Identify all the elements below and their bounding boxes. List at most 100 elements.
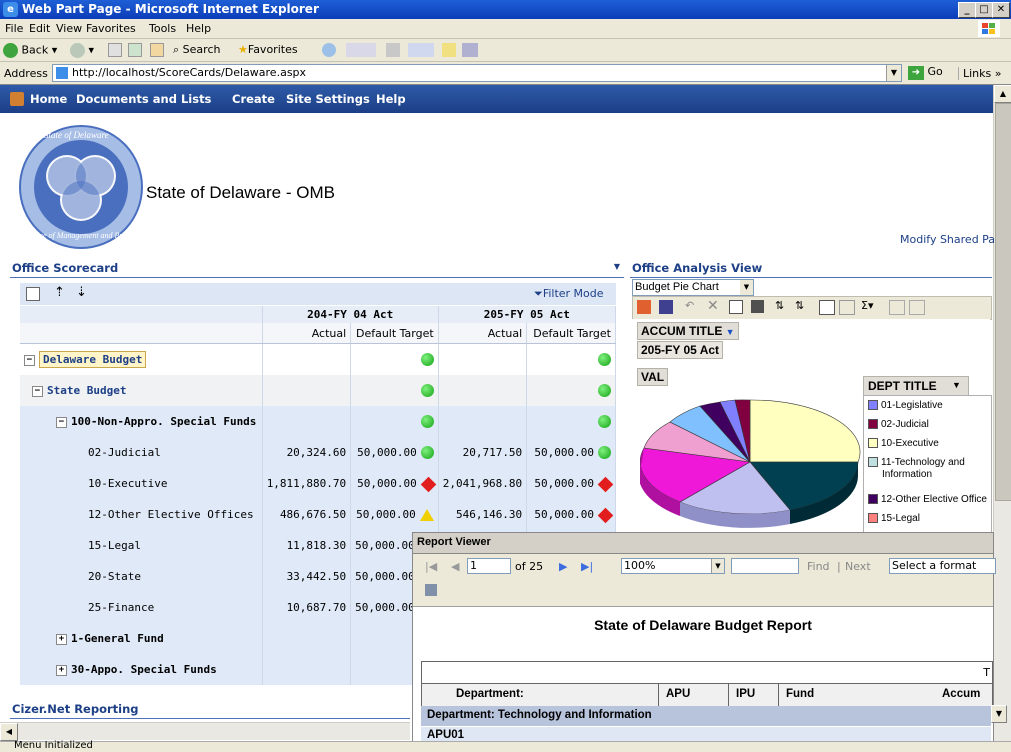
sort-za-icon[interactable]: ⇅ <box>795 299 804 312</box>
filter-mode-button[interactable]: ⏷Filter Mode <box>534 287 604 301</box>
nav-help[interactable]: Help <box>376 92 406 106</box>
nav-documents-and-lists[interactable]: Documents and Lists <box>76 92 211 106</box>
row-finance[interactable]: 25-Finance <box>20 592 263 623</box>
row-delaware-budget[interactable]: Delaware Budget <box>39 351 147 368</box>
close-button[interactable]: ✕ <box>992 2 1010 18</box>
row-state-budget[interactable]: State Budget <box>47 384 126 397</box>
address-dropdown-icon[interactable]: ▼ <box>886 65 901 81</box>
row-state[interactable]: 20-State <box>20 561 263 592</box>
property-toolbox-icon[interactable] <box>751 300 764 313</box>
export-format-select[interactable]: Select a format <box>889 558 996 574</box>
expand-icon[interactable]: + <box>56 633 67 645</box>
dept-title-field[interactable]: DEPT TITLE ▼ <box>863 376 969 396</box>
legend-item: 15-Legal <box>868 513 920 524</box>
row-appo-special-funds[interactable]: 30-Appo. Special Funds <box>71 663 217 676</box>
row-general-fund[interactable]: 1-General Fund <box>71 632 164 645</box>
webpart-menu-icon[interactable]: ▼ <box>614 262 620 271</box>
forward-button[interactable]: ▾ <box>70 43 94 58</box>
edit-icon[interactable] <box>408 43 434 57</box>
row-other-elective-offices[interactable]: 12-Other Elective Offices <box>20 499 263 530</box>
row-non-appro-special-funds[interactable]: 100-Non-Appro. Special Funds <box>71 415 256 428</box>
find-input[interactable] <box>731 558 799 574</box>
chevron-down-icon[interactable]: ▼ <box>740 280 753 295</box>
menu-favorites[interactable]: Favorites <box>86 22 136 35</box>
scroll-up-icon[interactable]: ▲ <box>994 85 1011 103</box>
row-value-cell <box>526 343 616 375</box>
row-executive[interactable]: 10-Executive <box>20 468 263 499</box>
view-select[interactable]: Budget Pie Chart ▼ <box>632 279 754 296</box>
row-legal[interactable]: 15-Legal <box>20 530 263 561</box>
chevron-down-icon: ▼ <box>952 380 961 390</box>
nav-site-settings[interactable]: Site Settings <box>286 92 370 106</box>
accum-value-field[interactable]: 205-FY 05 Act <box>637 341 724 359</box>
legend-item: 10-Executive <box>868 438 939 449</box>
chevron-down-icon[interactable]: ▼ <box>711 559 724 573</box>
autofilter-icon[interactable] <box>819 300 835 315</box>
messenger-icon[interactable] <box>462 43 478 57</box>
horizontal-scrollbar[interactable]: ◀ <box>0 722 410 741</box>
field-list-icon[interactable] <box>729 300 743 314</box>
val-field[interactable]: VAL <box>637 368 669 386</box>
stop-icon[interactable] <box>108 43 122 57</box>
back-button[interactable]: Back ▾ <box>3 43 57 58</box>
print-icon[interactable] <box>386 43 400 57</box>
zoom-select[interactable]: 100% ▼ <box>621 558 725 574</box>
prev-page-icon[interactable]: ◀ <box>451 560 459 573</box>
page-number-input[interactable]: 1 <box>467 558 511 574</box>
menu-help[interactable]: Help <box>186 22 211 35</box>
chart-wizard-icon[interactable] <box>659 300 673 314</box>
export-icon[interactable] <box>26 287 40 301</box>
minimize-button[interactable]: _ <box>958 2 976 18</box>
sort-ascending-icon[interactable]: ⇡ <box>54 285 65 300</box>
search-button[interactable]: ⌕ Search <box>173 43 220 57</box>
find-link[interactable]: Find <box>807 560 830 573</box>
nav-home[interactable]: Home <box>30 92 67 106</box>
chart-type-icon[interactable] <box>637 300 651 314</box>
legend-swatch <box>868 513 878 524</box>
favorites-button[interactable]: ★Favorites <box>238 43 298 56</box>
menu-edit[interactable]: Edit <box>29 22 50 35</box>
collapse-icon[interactable]: − <box>56 416 67 428</box>
expand-all-icon[interactable] <box>909 300 925 315</box>
history-icon[interactable] <box>322 43 336 57</box>
col-group-fy05: 205-FY 05 Act <box>438 306 617 323</box>
nav-create[interactable]: Create <box>232 92 275 106</box>
home-icon[interactable] <box>150 43 164 57</box>
refresh-icon[interactable] <box>128 43 142 57</box>
next-link[interactable]: Next <box>845 560 871 573</box>
collapse-icon[interactable]: − <box>32 385 43 397</box>
menu-file[interactable]: File <box>5 22 23 35</box>
show-top-icon[interactable] <box>839 300 855 315</box>
menu-view[interactable]: View <box>56 22 82 35</box>
sort-az-icon[interactable]: ⇅ <box>775 299 784 312</box>
folder-icon[interactable] <box>442 43 456 57</box>
autocalc-icon[interactable]: Σ▾ <box>861 299 873 312</box>
cell-target: 50,000.00 <box>356 508 416 521</box>
collapse-icon[interactable]: − <box>24 354 35 366</box>
go-button[interactable]: ➜ Go <box>908 65 943 80</box>
first-page-icon[interactable]: |◀ <box>425 560 437 573</box>
delete-icon[interactable]: ✕ <box>707 298 719 314</box>
expand-icon[interactable]: + <box>56 664 67 676</box>
cell-target: 50,000.00 <box>534 508 594 521</box>
sort-descending-icon[interactable]: ⇣ <box>76 285 87 300</box>
page-scrollbar[interactable]: ▲ <box>993 85 1011 741</box>
maximize-button[interactable]: □ <box>975 2 993 18</box>
print-icon[interactable] <box>425 584 437 596</box>
scroll-thumb[interactable] <box>995 103 1011 501</box>
next-page-icon[interactable]: ▶ <box>559 560 567 573</box>
address-input[interactable]: http://localhost/ScoreCards/Delaware.asp… <box>52 64 902 82</box>
scroll-left-icon[interactable]: ◀ <box>0 723 18 741</box>
scorecard-title: Office Scorecard <box>12 261 119 275</box>
report-scroll-down-icon[interactable]: ▼ <box>991 705 1007 723</box>
last-page-icon[interactable]: ▶| <box>581 560 593 573</box>
address-label: Address <box>4 67 48 80</box>
mail-icon[interactable] <box>346 43 376 57</box>
undo-icon[interactable]: ↶ <box>685 299 694 312</box>
menu-tools[interactable]: Tools <box>149 22 176 35</box>
collapse-all-icon[interactable] <box>889 300 905 315</box>
row-judicial[interactable]: 02-Judicial <box>20 437 263 468</box>
links-button[interactable]: Links » <box>958 67 1002 80</box>
modify-shared-page-link[interactable]: Modify Shared Pa <box>900 233 995 246</box>
accum-title-field[interactable]: ACCUM TITLE ▼ <box>637 322 739 340</box>
